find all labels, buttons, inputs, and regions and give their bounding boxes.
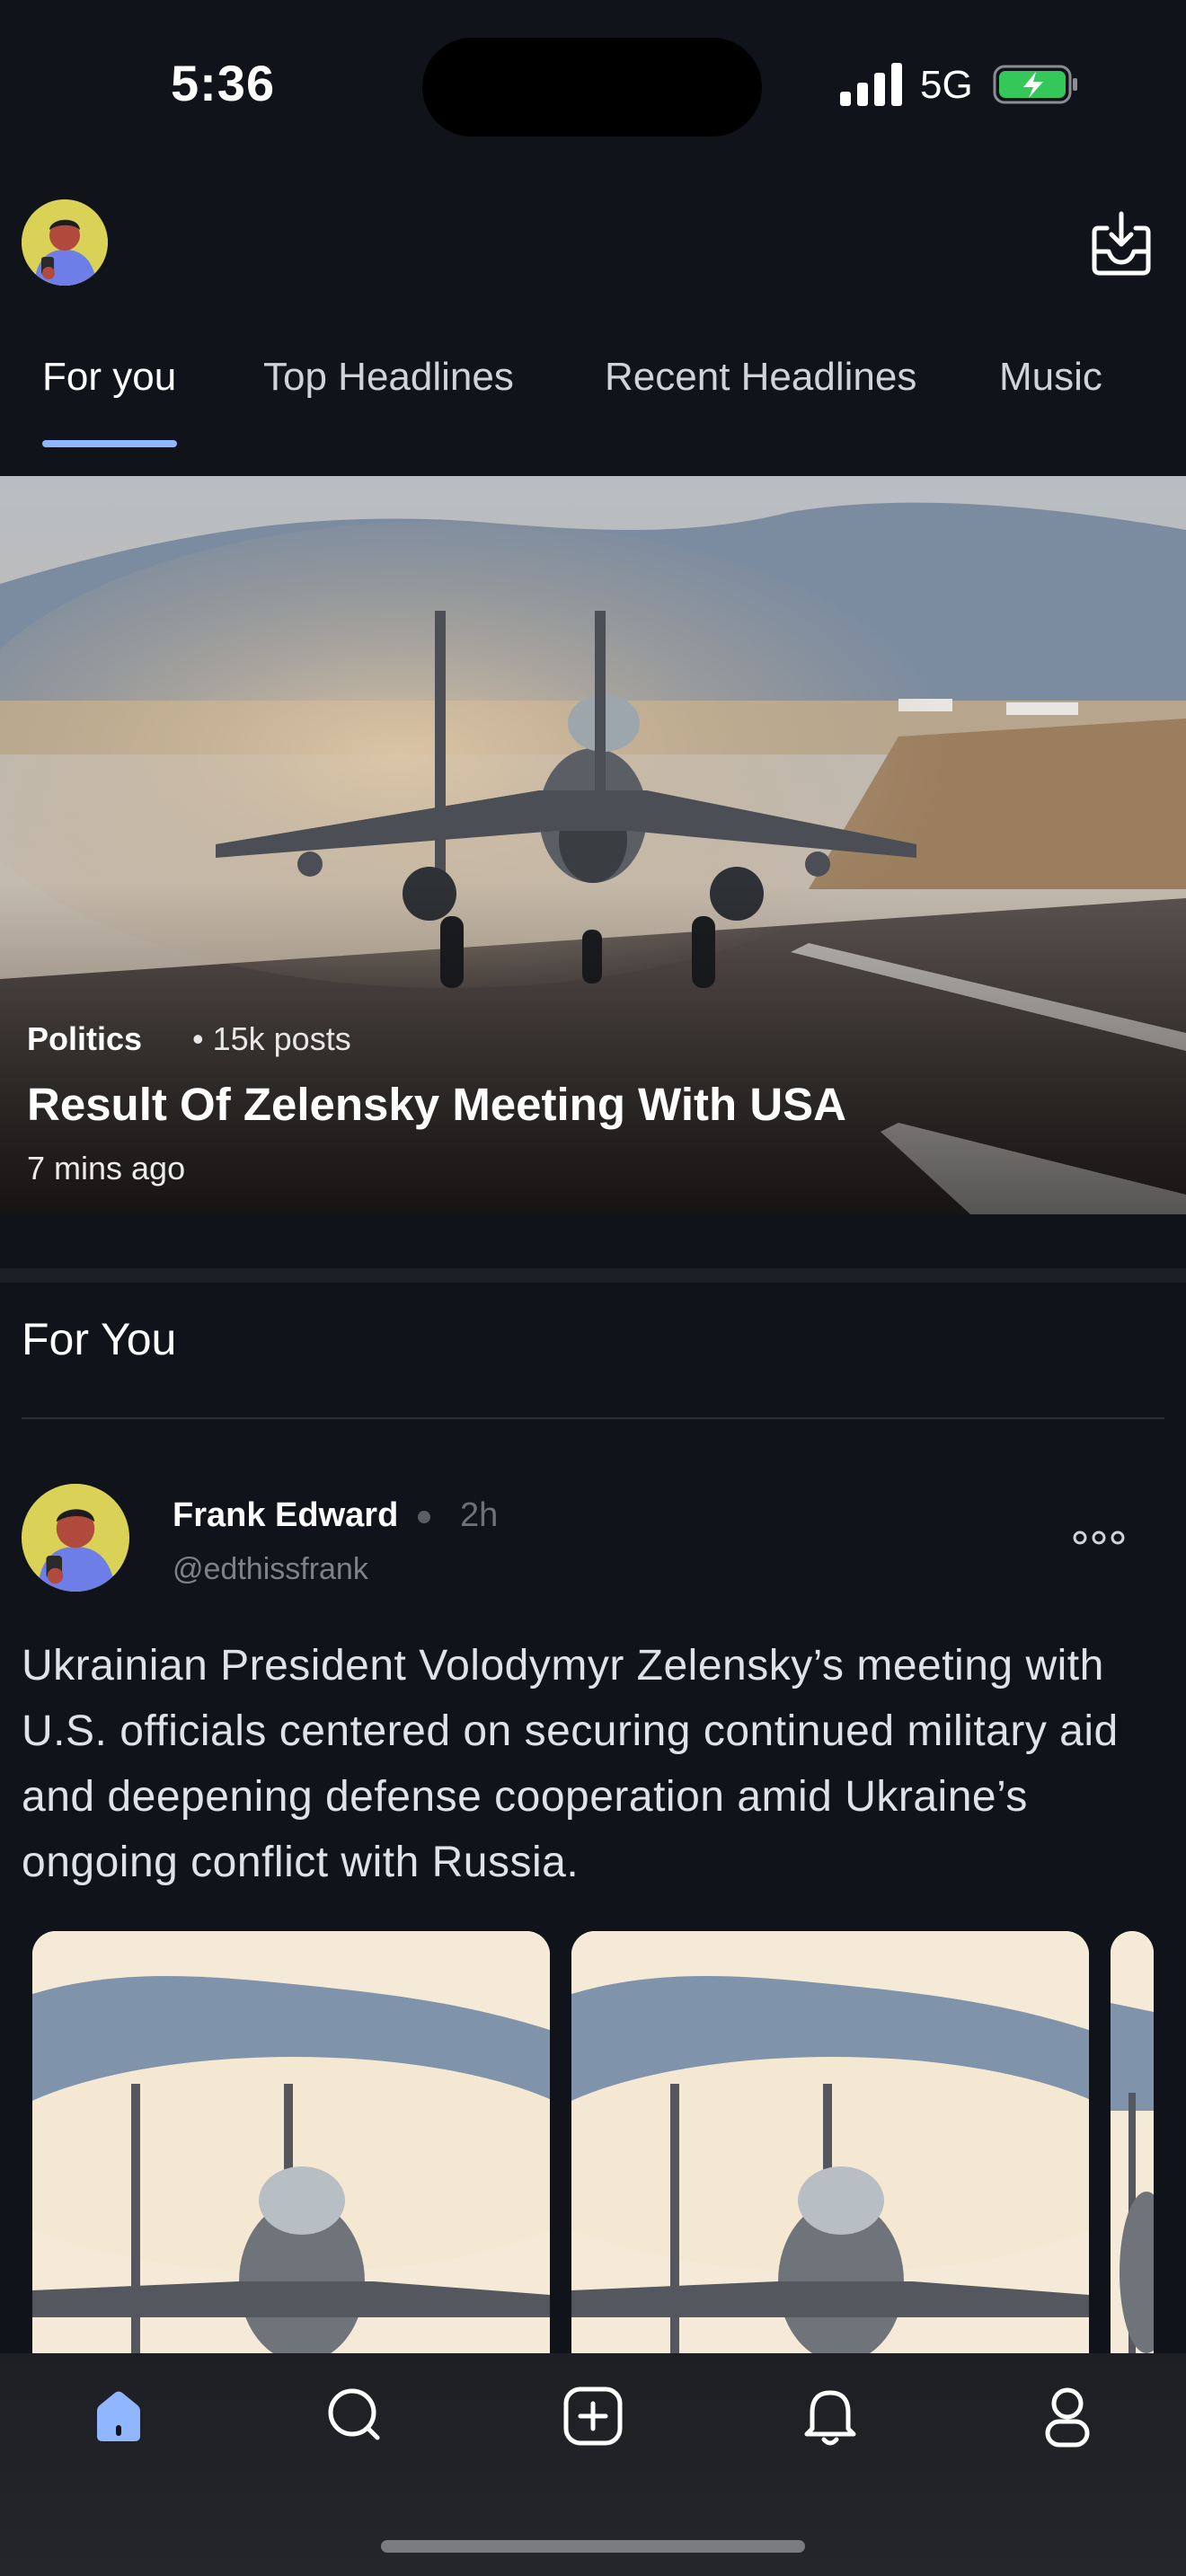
status-time: 5:36 — [171, 55, 276, 111]
tab-for-you[interactable]: For you — [42, 355, 176, 400]
post-author-avatar[interactable] — [22, 1484, 129, 1592]
inbox-download-icon[interactable] — [1085, 208, 1157, 280]
separator-dot — [418, 1511, 430, 1523]
section-separator — [0, 1268, 1186, 1283]
post-time: 2h — [460, 1496, 499, 1534]
network-label: 5G — [920, 63, 973, 107]
post-image-2[interactable] — [571, 1931, 1089, 2353]
tab-top-headlines[interactable]: Top Headlines — [263, 355, 514, 400]
hero-category[interactable]: Politics — [27, 1020, 142, 1058]
home-indicator — [381, 2540, 805, 2553]
tab-music[interactable]: Music — [999, 355, 1102, 400]
post-image-1[interactable] — [32, 1931, 550, 2353]
hero-timestamp: 7 mins ago — [27, 1150, 186, 1187]
user-avatar[interactable] — [22, 199, 108, 286]
post-body-text: Ukrainian President Volodymyr Zelensky’s… — [22, 1642, 1119, 1886]
hero-headline[interactable]: Result Of Zelensky Meeting With USA — [27, 1078, 846, 1131]
dynamic-island — [422, 38, 762, 137]
active-tab-indicator — [42, 440, 177, 447]
add-post-icon[interactable] — [557, 2380, 629, 2452]
tab-recent-headlines[interactable]: Recent Headlines — [605, 355, 916, 400]
hero-post-count: • 15k posts — [192, 1020, 351, 1057]
more-options-icon[interactable] — [1073, 1527, 1125, 1548]
home-icon[interactable] — [83, 2380, 155, 2452]
post-author-name[interactable]: Frank Edward — [173, 1496, 398, 1535]
profile-icon[interactable] — [1031, 2380, 1103, 2452]
signal-icon — [840, 63, 902, 106]
post-author-handle[interactable]: @edthissfrank — [173, 1552, 368, 1587]
battery-icon — [993, 65, 1077, 104]
section-title: For You — [22, 1314, 177, 1364]
divider — [22, 1417, 1164, 1419]
search-icon[interactable] — [320, 2380, 392, 2452]
bell-icon[interactable] — [794, 2380, 866, 2452]
post-image-3[interactable] — [1111, 1931, 1154, 2353]
